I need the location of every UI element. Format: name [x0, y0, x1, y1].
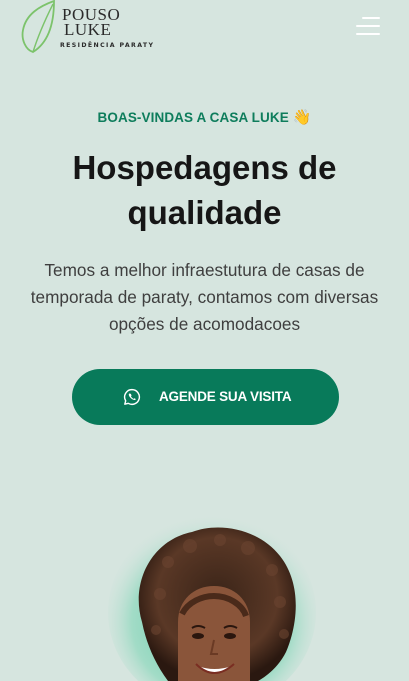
leaf-logo-icon: [21, 0, 55, 53]
logo-subtitle: RESIDÊNCIA PARATY: [60, 42, 155, 49]
hero-portrait-image: [108, 512, 318, 681]
hero-title: Hospedagens de qualidade: [72, 149, 337, 231]
menu-line: [356, 33, 380, 35]
eyebrow-text: BOAS-VINDAS A CASA LUKE: [97, 110, 289, 125]
logo[interactable]: POUSO LUKE RESIDÊNCIA PARATY: [20, 0, 153, 54]
hero-eyebrow: BOAS-VINDAS A CASA LUKE 👋: [0, 108, 409, 126]
logo-line-2: LUKE: [64, 20, 112, 39]
menu-line: [356, 25, 380, 27]
menu-line: [362, 17, 380, 19]
site-header: POUSO LUKE RESIDÊNCIA PARATY: [0, 0, 409, 56]
hamburger-menu-icon[interactable]: [352, 14, 380, 38]
schedule-visit-label: AGENDE SUA VISITA: [159, 389, 292, 404]
hero-description: Temos a melhor infraestutura de casas de…: [30, 260, 379, 334]
waving-hand-icon: 👋: [292, 109, 312, 126]
schedule-visit-button[interactable]: AGENDE SUA VISITA: [72, 369, 339, 425]
whatsapp-icon: [123, 388, 141, 406]
